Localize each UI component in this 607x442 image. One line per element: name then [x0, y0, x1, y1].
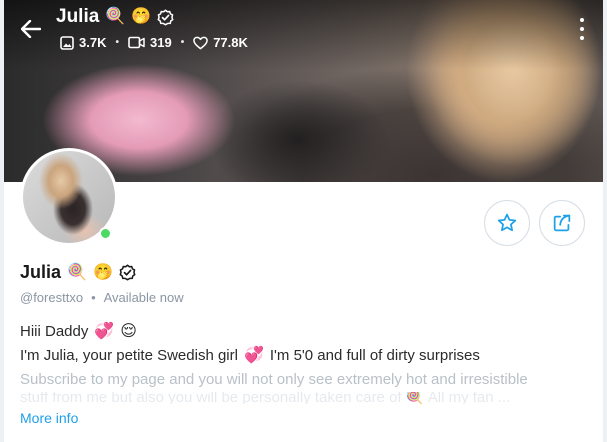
- stats-separator: •: [115, 37, 119, 48]
- blush-emoji: 🤭: [131, 8, 152, 25]
- profile-name: Julia: [20, 262, 62, 282]
- bio-line-truncated: stuff from me but also you will be perso…: [20, 392, 590, 404]
- lollipop-emoji: 🍭: [67, 263, 87, 281]
- bio-subscribe-text: Subscribe to my page and you will not on…: [20, 371, 528, 388]
- hearts-emoji: 💞: [243, 347, 264, 364]
- profile-handle: @foresttxo: [20, 290, 84, 305]
- stat-videos: 319: [128, 35, 172, 50]
- header-title-row: Julia 🍭 🤭: [56, 6, 174, 28]
- arrow-left-icon: [21, 20, 41, 38]
- profile-bio: Hiii Daddy 💞 😌 I'm Julia, your petite Sw…: [20, 320, 590, 404]
- top-bar: Julia 🍭 🤭 3.7K • 319 • 77.8K: [4, 0, 603, 60]
- online-status-dot: [99, 227, 112, 240]
- photos-count: 3.7K: [79, 35, 107, 50]
- bio-greeting: Hiii Daddy: [20, 323, 89, 340]
- heart-icon: [193, 36, 209, 49]
- profile-name-row: Julia 🍭 🤭: [20, 262, 136, 283]
- star-icon: [497, 213, 517, 232]
- bio-intro-continued: I'm 5'0 and full of dirty surprises: [269, 347, 480, 364]
- stat-likes: 77.8K: [193, 35, 248, 50]
- video-icon: [128, 36, 145, 49]
- handle-row: @foresttxo • Available now: [20, 290, 184, 305]
- bio-intro: I'm Julia, your petite Swedish girl: [20, 347, 238, 364]
- bio-truncated-text: stuff from me but also you will be perso…: [20, 392, 511, 404]
- hearts-emoji: 💞: [94, 323, 115, 340]
- bio-line: Hiii Daddy 💞 😌: [20, 320, 590, 344]
- share-button[interactable]: [539, 200, 585, 246]
- photo-icon: [60, 35, 74, 50]
- stat-photos: 3.7K: [60, 35, 106, 50]
- availability-status: Available now: [103, 290, 184, 305]
- blush-emoji: 🤭: [92, 263, 113, 281]
- videos-count: 319: [149, 35, 172, 50]
- more-dots-icon: [580, 18, 584, 22]
- bio-line: I'm Julia, your petite Swedish girl 💞 I'…: [20, 344, 590, 368]
- relieved-emoji: 😌: [120, 323, 137, 340]
- header-stats: 3.7K • 319 • 77.8K: [60, 35, 248, 50]
- profile-page: Julia 🍭 🤭 3.7K • 319 • 77.8K Julia 🍭 🤭 @…: [0, 0, 607, 442]
- lollipop-emoji: 🍭: [105, 8, 126, 25]
- more-dots-icon: [580, 27, 584, 31]
- bio-line-faded: Subscribe to my page and you will not on…: [20, 368, 590, 392]
- verified-check-icon: [119, 264, 136, 281]
- back-button[interactable]: [18, 16, 44, 42]
- share-icon: [553, 214, 571, 232]
- handle-separator: •: [91, 290, 96, 305]
- more-options-button[interactable]: [577, 18, 587, 40]
- more-info-link[interactable]: More info: [20, 410, 78, 426]
- stats-separator: •: [180, 37, 185, 48]
- likes-count: 77.8K: [213, 35, 248, 50]
- verified-check-icon: [157, 9, 174, 25]
- more-dots-icon: [580, 36, 584, 40]
- favorite-button[interactable]: [484, 200, 530, 246]
- header-title: Julia: [56, 6, 100, 27]
